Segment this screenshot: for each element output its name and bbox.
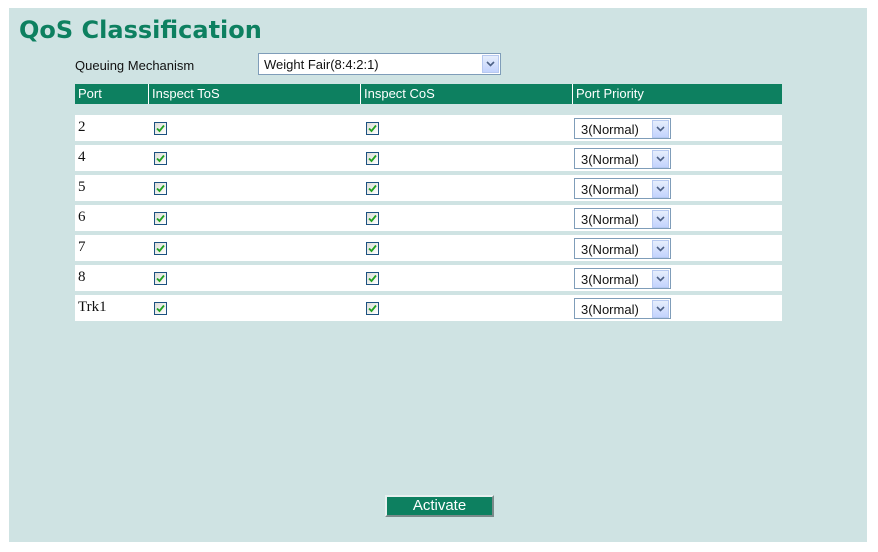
port-priority-value: 3(Normal) [581,212,639,227]
inspect-cos-checkbox[interactable] [366,122,379,135]
table-row: 4 3(Normal) [75,145,782,171]
chevron-down-icon[interactable] [652,210,669,228]
port-priority-value: 3(Normal) [581,182,639,197]
port-priority-value: 3(Normal) [581,242,639,257]
inspect-tos-checkbox[interactable] [154,242,167,255]
port-priority-value: 3(Normal) [581,152,639,167]
port-priority-select[interactable]: 3(Normal) [574,148,671,169]
port-cell: 8 [78,269,86,285]
port-cell: Trk1 [78,299,107,315]
port-priority-select[interactable]: 3(Normal) [574,178,671,199]
header-port-priority: Port Priority [572,84,782,104]
header-inspect-cos: Inspect CoS [360,84,572,104]
inspect-cos-checkbox[interactable] [366,182,379,195]
inspect-cos-checkbox[interactable] [366,302,379,315]
table-row: 6 3(Normal) [75,205,782,231]
port-cell: 4 [78,149,86,165]
inspect-tos-checkbox[interactable] [154,122,167,135]
inspect-tos-checkbox[interactable] [154,272,167,285]
port-priority-select[interactable]: 3(Normal) [574,268,671,289]
inspect-tos-checkbox[interactable] [154,152,167,165]
chevron-down-icon[interactable] [652,240,669,258]
table-row: Trk1 3(Normal) [75,295,782,321]
port-cell: 6 [78,209,86,225]
table-row: 2 3(Normal) [75,115,782,141]
table-row: 7 3(Normal) [75,235,782,261]
inspect-cos-checkbox[interactable] [366,272,379,285]
queuing-mechanism-select[interactable]: Weight Fair(8:4:2:1) [258,53,501,75]
port-priority-value: 3(Normal) [581,272,639,287]
chevron-down-icon[interactable] [652,270,669,288]
queuing-mechanism-label: Queuing Mechanism [75,58,195,73]
header-port: Port [78,86,102,101]
port-priority-select[interactable]: 3(Normal) [574,208,671,229]
table-header: Port Inspect ToS Inspect CoS Port Priori… [75,84,782,104]
port-cell: 7 [78,239,86,255]
header-inspect-tos: Inspect ToS [148,84,360,104]
port-priority-select[interactable]: 3(Normal) [574,238,671,259]
inspect-tos-checkbox[interactable] [154,182,167,195]
chevron-down-icon[interactable] [652,180,669,198]
qos-panel: QoS Classification Queuing Mechanism Wei… [9,8,867,542]
table-row: 5 3(Normal) [75,175,782,201]
port-cell: 5 [78,179,86,195]
port-priority-value: 3(Normal) [581,302,639,317]
page-title: QoS Classification [19,16,262,44]
chevron-down-icon[interactable] [482,55,499,73]
inspect-cos-checkbox[interactable] [366,242,379,255]
port-cell: 2 [78,119,86,135]
inspect-cos-checkbox[interactable] [366,152,379,165]
queuing-mechanism-value: Weight Fair(8:4:2:1) [264,57,379,72]
inspect-tos-checkbox[interactable] [154,302,167,315]
port-priority-select[interactable]: 3(Normal) [574,118,671,139]
table-row: 8 3(Normal) [75,265,782,291]
chevron-down-icon[interactable] [652,300,669,318]
inspect-cos-checkbox[interactable] [366,212,379,225]
inspect-tos-checkbox[interactable] [154,212,167,225]
chevron-down-icon[interactable] [652,150,669,168]
port-priority-select[interactable]: 3(Normal) [574,298,671,319]
activate-button[interactable]: Activate [385,495,494,517]
port-priority-value: 3(Normal) [581,122,639,137]
chevron-down-icon[interactable] [652,120,669,138]
